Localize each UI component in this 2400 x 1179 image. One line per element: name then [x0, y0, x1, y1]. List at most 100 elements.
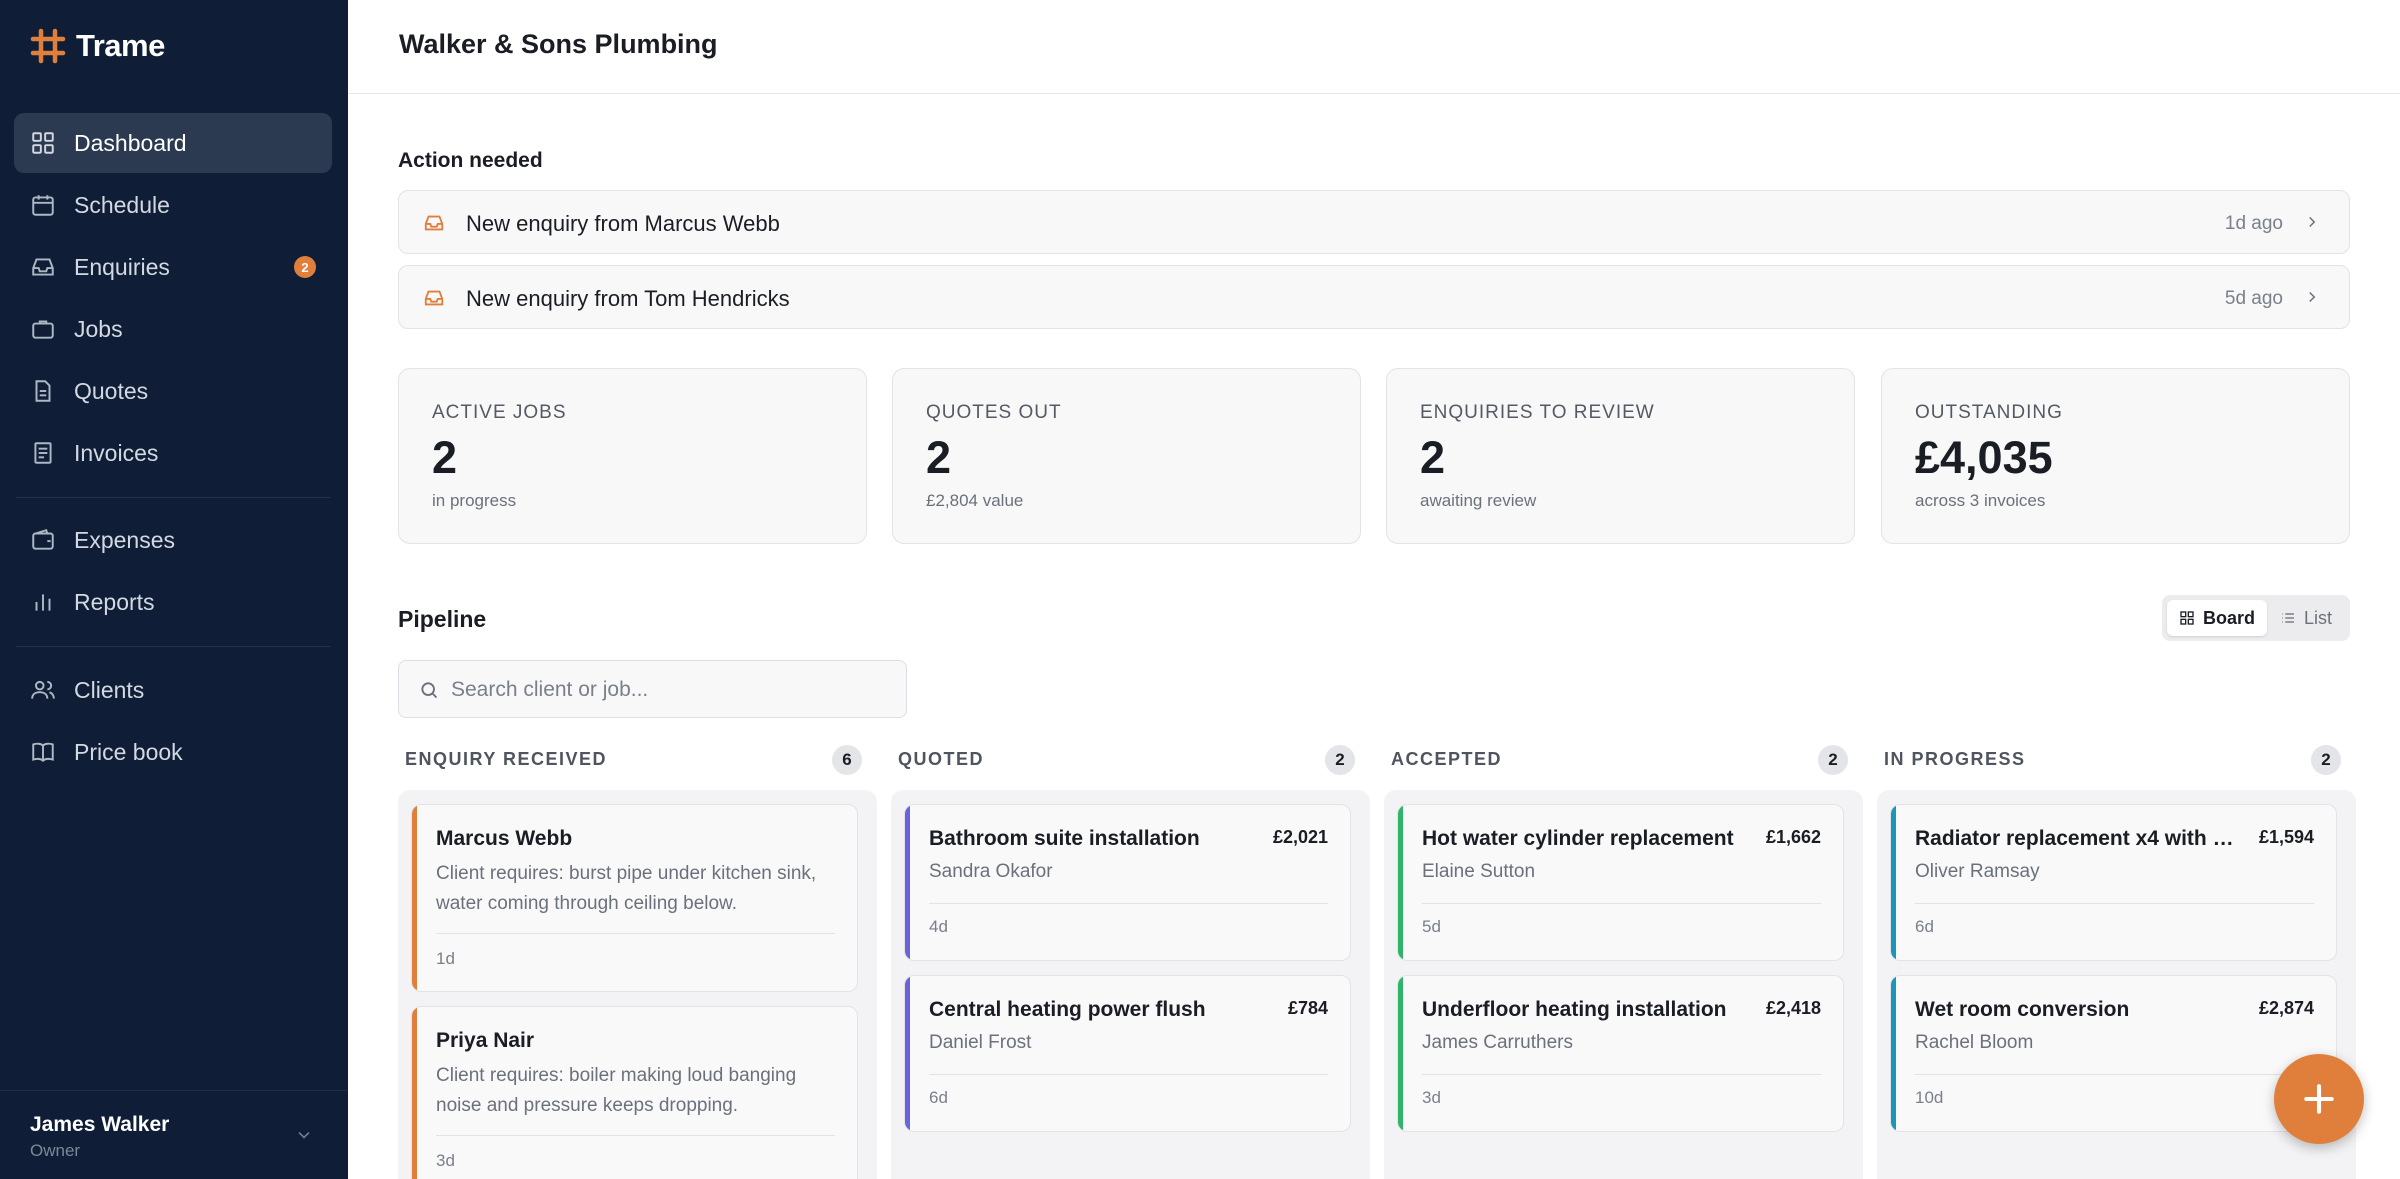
column-count: 2 [2311, 745, 2341, 775]
card-price: £1,662 [1765, 827, 1821, 847]
sidebar-item-expenses[interactable]: Expenses [14, 510, 332, 570]
stat-value: 2 [432, 432, 458, 483]
pipeline-search-input[interactable] [451, 673, 891, 707]
pipeline-card-underfloor-heating[interactable]: Underfloor heating installation £2,418 J… [1397, 975, 1844, 1132]
brand-logo[interactable]: Trame [30, 26, 165, 66]
card-client: Daniel Frost [929, 1032, 1032, 1053]
calendar-icon [32, 195, 54, 216]
document-icon [35, 380, 51, 402]
wallet-icon [32, 529, 54, 550]
card-age: 4d [929, 917, 948, 936]
pipeline-card-power-flush[interactable]: Central heating power flush £784 Daniel … [904, 975, 1351, 1132]
column-title: QUOTED [898, 749, 985, 769]
sidebar-item-label: Expenses [74, 526, 176, 553]
sidebar-item-reports[interactable]: Reports [14, 572, 332, 632]
user-role: Owner [30, 1141, 81, 1160]
sidebar-item-price-book[interactable]: Price book [14, 722, 332, 782]
card-age: 3d [436, 1151, 455, 1170]
card-divider [1422, 903, 1821, 904]
pipeline-card-hot-water-cylinder[interactable]: Hot water cylinder replacement £1,662 El… [1397, 804, 1844, 961]
column-quoted: Bathroom suite installation £2,021 Sandr… [891, 790, 1370, 1179]
board-view-button[interactable]: Board [2167, 600, 2268, 636]
stat-subtext: across 3 invoices [1915, 491, 2046, 510]
plus-icon [2304, 1084, 2334, 1114]
pipeline-card-bathroom-suite[interactable]: Bathroom suite installation £2,021 Sandr… [904, 804, 1351, 961]
card-age: 10d [1915, 1088, 1944, 1107]
stat-label: QUOTES OUT [926, 402, 1062, 423]
sidebar-item-invoices[interactable]: Invoices [14, 423, 332, 483]
list-icon [2282, 613, 2294, 623]
users-icon [31, 680, 55, 699]
stat-card-quotes-out[interactable]: QUOTES OUT 2 £2,804 value [892, 368, 1361, 544]
sidebar-item-label: Clients [74, 676, 145, 703]
user-menu[interactable]: James Walker Owner [0, 1090, 348, 1179]
card-price: £2,418 [1765, 998, 1821, 1018]
inbox-icon [32, 258, 54, 276]
card-price: £784 [1287, 998, 1328, 1018]
chevron-right-icon [2309, 291, 2316, 303]
column-count: 2 [1325, 745, 1355, 775]
sidebar-item-dashboard[interactable]: Dashboard [14, 113, 332, 173]
sidebar-item-schedule[interactable]: Schedule [14, 175, 332, 235]
column-header-in-progress: IN PROGRESS 2 [1877, 745, 2341, 775]
action-item-marcus-webb[interactable]: New enquiry from Marcus Webb 1d ago [398, 190, 2350, 254]
sidebar-item-quotes[interactable]: Quotes [14, 361, 332, 421]
list-view-button[interactable]: List [2268, 600, 2344, 636]
sidebar-item-enquiries[interactable]: Enquiries 2 [14, 237, 332, 297]
card-price: £2,874 [2258, 998, 2314, 1018]
column-enquiry-received: Marcus Webb Client requires: burst pipe … [398, 790, 877, 1179]
pipeline-card-radiator-replacement[interactable]: Radiator replacement x4 with TRVs £1,594… [1890, 804, 2337, 961]
card-description: Client requires: boiler making loud bang… [436, 1065, 797, 1116]
column-count: 2 [1818, 745, 1848, 775]
brand-name: Trame [76, 28, 165, 63]
add-new-button[interactable] [2274, 1054, 2364, 1144]
card-title: Marcus Webb [436, 827, 573, 850]
card-status-stripe [1891, 805, 1896, 960]
card-title: Bathroom suite installation [929, 827, 1200, 850]
nav-divider [16, 497, 330, 498]
card-status-stripe [905, 976, 910, 1131]
pipeline-card-priya-nair[interactable]: Priya Nair Client requires: boiler makin… [411, 1006, 858, 1179]
pipeline-search [398, 660, 907, 718]
sidebar-item-label: Price book [74, 738, 183, 765]
card-client: Sandra Okafor [929, 861, 1053, 882]
card-divider [1915, 1074, 2314, 1075]
user-name: James Walker [30, 1113, 170, 1136]
sidebar-item-label: Invoices [74, 439, 159, 466]
card-title: Radiator replacement x4 with TRVs [1915, 827, 2235, 850]
pipeline-heading: Pipeline [398, 606, 487, 632]
card-divider [1915, 903, 2314, 904]
card-price: £1,594 [2258, 827, 2314, 847]
card-status-stripe [1891, 976, 1896, 1131]
chevron-down-icon [298, 1131, 310, 1139]
inbox-icon [424, 215, 444, 231]
stat-label: ENQUIRIES TO REVIEW [1420, 402, 1655, 423]
view-toggle: Board List [2162, 595, 2350, 641]
stat-card-outstanding[interactable]: OUTSTANDING £4,035 across 3 invoices [1881, 368, 2350, 544]
grid-logo-icon [30, 28, 66, 64]
sidebar-item-label: Reports [74, 588, 155, 615]
card-age: 3d [1422, 1088, 1441, 1107]
card-divider [929, 903, 1328, 904]
card-divider [436, 933, 835, 934]
card-status-stripe [412, 805, 417, 991]
stat-card-enquiries-to-review[interactable]: ENQUIRIES TO REVIEW 2 awaiting review [1386, 368, 1855, 544]
sidebar-item-label: Quotes [74, 377, 149, 404]
stat-subtext: in progress [432, 491, 517, 510]
sidebar-item-jobs[interactable]: Jobs [14, 299, 332, 359]
bar-chart-icon [35, 594, 51, 611]
stat-value: 2 [1420, 432, 1446, 483]
stat-value: £4,035 [1915, 432, 2053, 483]
pipeline-card-marcus-webb[interactable]: Marcus Webb Client requires: burst pipe … [411, 804, 858, 992]
sidebar-item-clients[interactable]: Clients [14, 660, 332, 720]
card-status-stripe [1398, 805, 1403, 960]
pipeline-card-wet-room[interactable]: Wet room conversion £2,874 Rachel Bloom … [1890, 975, 2337, 1132]
stat-card-active-jobs[interactable]: ACTIVE JOBS 2 in progress [398, 368, 867, 544]
board-view-label: Board [2203, 607, 2256, 628]
card-title: Underfloor heating installation [1422, 998, 1727, 1021]
action-needed-heading: Action needed [398, 149, 543, 172]
action-item-tom-hendricks[interactable]: New enquiry from Tom Hendricks 5d ago [398, 265, 2350, 329]
action-time: 5d ago [2224, 288, 2283, 309]
card-age: 5d [1422, 917, 1441, 936]
top-bar: Walker & Sons Plumbing [348, 0, 2400, 94]
